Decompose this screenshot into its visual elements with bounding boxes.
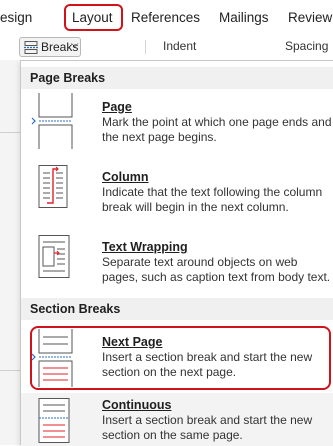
menu-item-description: Insert a section break and start the new… [102, 413, 313, 442]
tab-references[interactable]: References [131, 10, 200, 25]
menu-item-title: Column [102, 170, 149, 184]
page-breaks-header: Page Breaks [21, 67, 333, 89]
menu-item-text-wrapping[interactable]: Text Wrapping Separate text around objec… [21, 231, 333, 291]
edge-mark [0, 370, 20, 371]
menu-item-title: Page [102, 100, 132, 114]
ribbon-tab-bar: esign Layout References Mailings Review [0, 0, 333, 34]
menu-item-description: Indicate that the text following the col… [102, 185, 323, 214]
menu-item-page[interactable]: Page Mark the point at which one page en… [21, 91, 333, 151]
tab-mailings[interactable]: Mailings [219, 10, 269, 25]
tab-design[interactable]: esign [0, 10, 32, 25]
document-edge [0, 60, 20, 445]
next-page-highlight [30, 326, 331, 390]
indent-label: Indent [163, 39, 197, 53]
menu-item-continuous[interactable]: Continuous Insert a section break and st… [21, 394, 333, 446]
page-break-icon [31, 93, 73, 149]
section-breaks-header: Section Breaks [21, 298, 333, 320]
layout-tab-highlight [64, 4, 123, 31]
toolbar-divider [145, 40, 146, 54]
menu-item-title: Text Wrapping [102, 240, 188, 254]
breaks-button[interactable]: Breaks ⌵ [19, 37, 81, 57]
ribbon-toolbar: Breaks ⌵ Indent Spacing [0, 34, 333, 59]
menu-item-description: Mark the point at which one page ends an… [102, 115, 332, 144]
spacing-label: Spacing [285, 39, 329, 53]
chevron-down-icon: ⌵ [71, 39, 79, 50]
menu-item-column[interactable]: Column Indicate that the text following … [21, 161, 333, 221]
edge-mark [0, 132, 20, 133]
menu-item-description: Separate text around objects on web page… [102, 255, 331, 284]
continuous-icon [38, 398, 70, 443]
breaks-icon [24, 41, 38, 54]
menu-item-title: Continuous [102, 398, 172, 412]
breaks-dropdown-menu: Page Breaks Page Mark the point at which… [20, 60, 333, 446]
tab-review[interactable]: Review [288, 10, 332, 25]
text-wrapping-icon [38, 235, 70, 278]
column-break-icon [38, 165, 68, 208]
